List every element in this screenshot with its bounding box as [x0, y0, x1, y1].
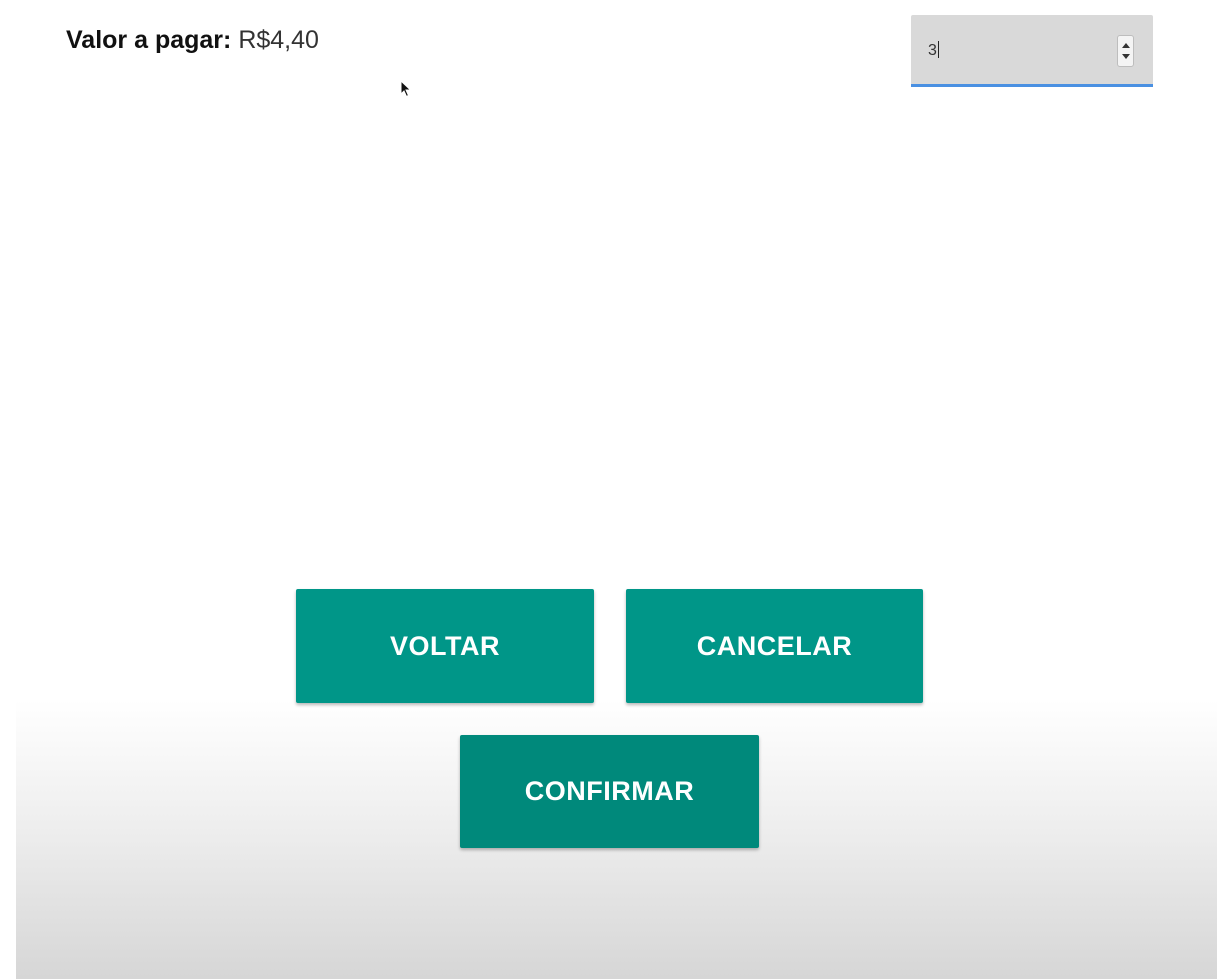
amount-label: Valor a pagar: — [66, 26, 232, 54]
increment-icon[interactable] — [1122, 43, 1130, 48]
quantity-value[interactable]: 3 — [928, 41, 939, 60]
cancel-button[interactable]: CANCELAR — [626, 589, 923, 703]
text-caret — [937, 41, 939, 58]
decrement-icon[interactable] — [1122, 54, 1130, 59]
payment-screen: Valor a pagar: R$4,40 3 VOLTAR CANCELAR … — [0, 0, 1217, 979]
confirm-button[interactable]: CONFIRMAR — [460, 735, 759, 848]
quantity-input[interactable]: 3 — [911, 15, 1153, 87]
amount-to-pay: Valor a pagar: R$4,40 — [66, 26, 319, 55]
back-button[interactable]: VOLTAR — [296, 589, 594, 703]
mouse-pointer-icon — [400, 80, 412, 98]
amount-value: R$4,40 — [238, 26, 319, 54]
quantity-stepper[interactable] — [1117, 35, 1134, 67]
